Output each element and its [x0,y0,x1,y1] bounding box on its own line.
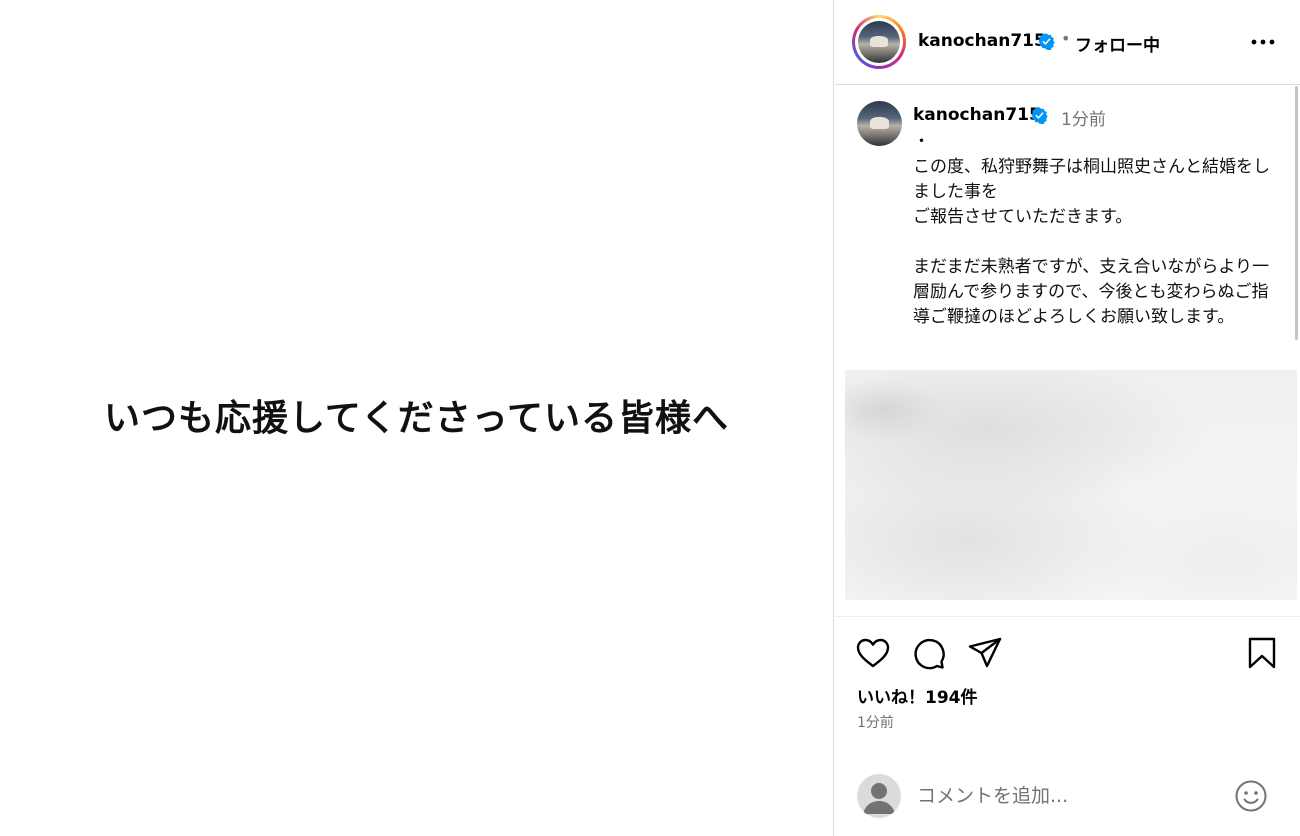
comment-icon[interactable] [911,635,947,671]
header-separator: • [1061,29,1071,48]
more-options-icon[interactable] [1248,30,1278,54]
following-button[interactable]: フォロー中 [1075,31,1160,56]
blurred-content [845,370,1297,600]
post-timestamp[interactable]: 1分前 [857,712,894,732]
post-image[interactable]: いつも応援してくださっている皆様へ [0,0,834,836]
post-image-text: いつも応援してくださっている皆様へ [103,397,730,439]
scrollbar[interactable] [1295,86,1298,340]
post-side-panel: kanochan715 • フォロー中 kanochan715 1分前 ・ この… [835,0,1300,836]
comment-box [835,762,1300,836]
bookmark-icon[interactable] [1244,635,1280,671]
heart-icon[interactable] [855,635,891,671]
like-count[interactable]: いいね！194件 [857,683,978,708]
post-header: kanochan715 • フォロー中 [835,0,1300,85]
caption-text: ・ この度、私狩野舞子は桐山照史さんと結婚をしました事を ご報告させていただきま… [913,132,1270,327]
action-bar: いいね！194件 1分前 [835,616,1300,836]
verified-badge-icon [1038,33,1055,50]
caption-time: 1分前 [1061,110,1106,130]
comments-section[interactable]: kanochan715 1分前 ・ この度、私狩野舞子は桐山照史さんと結婚をしま… [835,86,1300,616]
comment-input[interactable] [917,782,1217,810]
share-icon[interactable] [967,635,1003,671]
emoji-icon[interactable] [1233,778,1269,814]
header-username[interactable]: kanochan715 [918,31,1046,51]
avatar[interactable] [858,21,900,63]
caption-username[interactable]: kanochan715 [913,105,1041,125]
verified-badge-icon [1031,107,1048,124]
user-placeholder-icon [857,774,901,818]
caption-avatar[interactable] [857,101,902,146]
